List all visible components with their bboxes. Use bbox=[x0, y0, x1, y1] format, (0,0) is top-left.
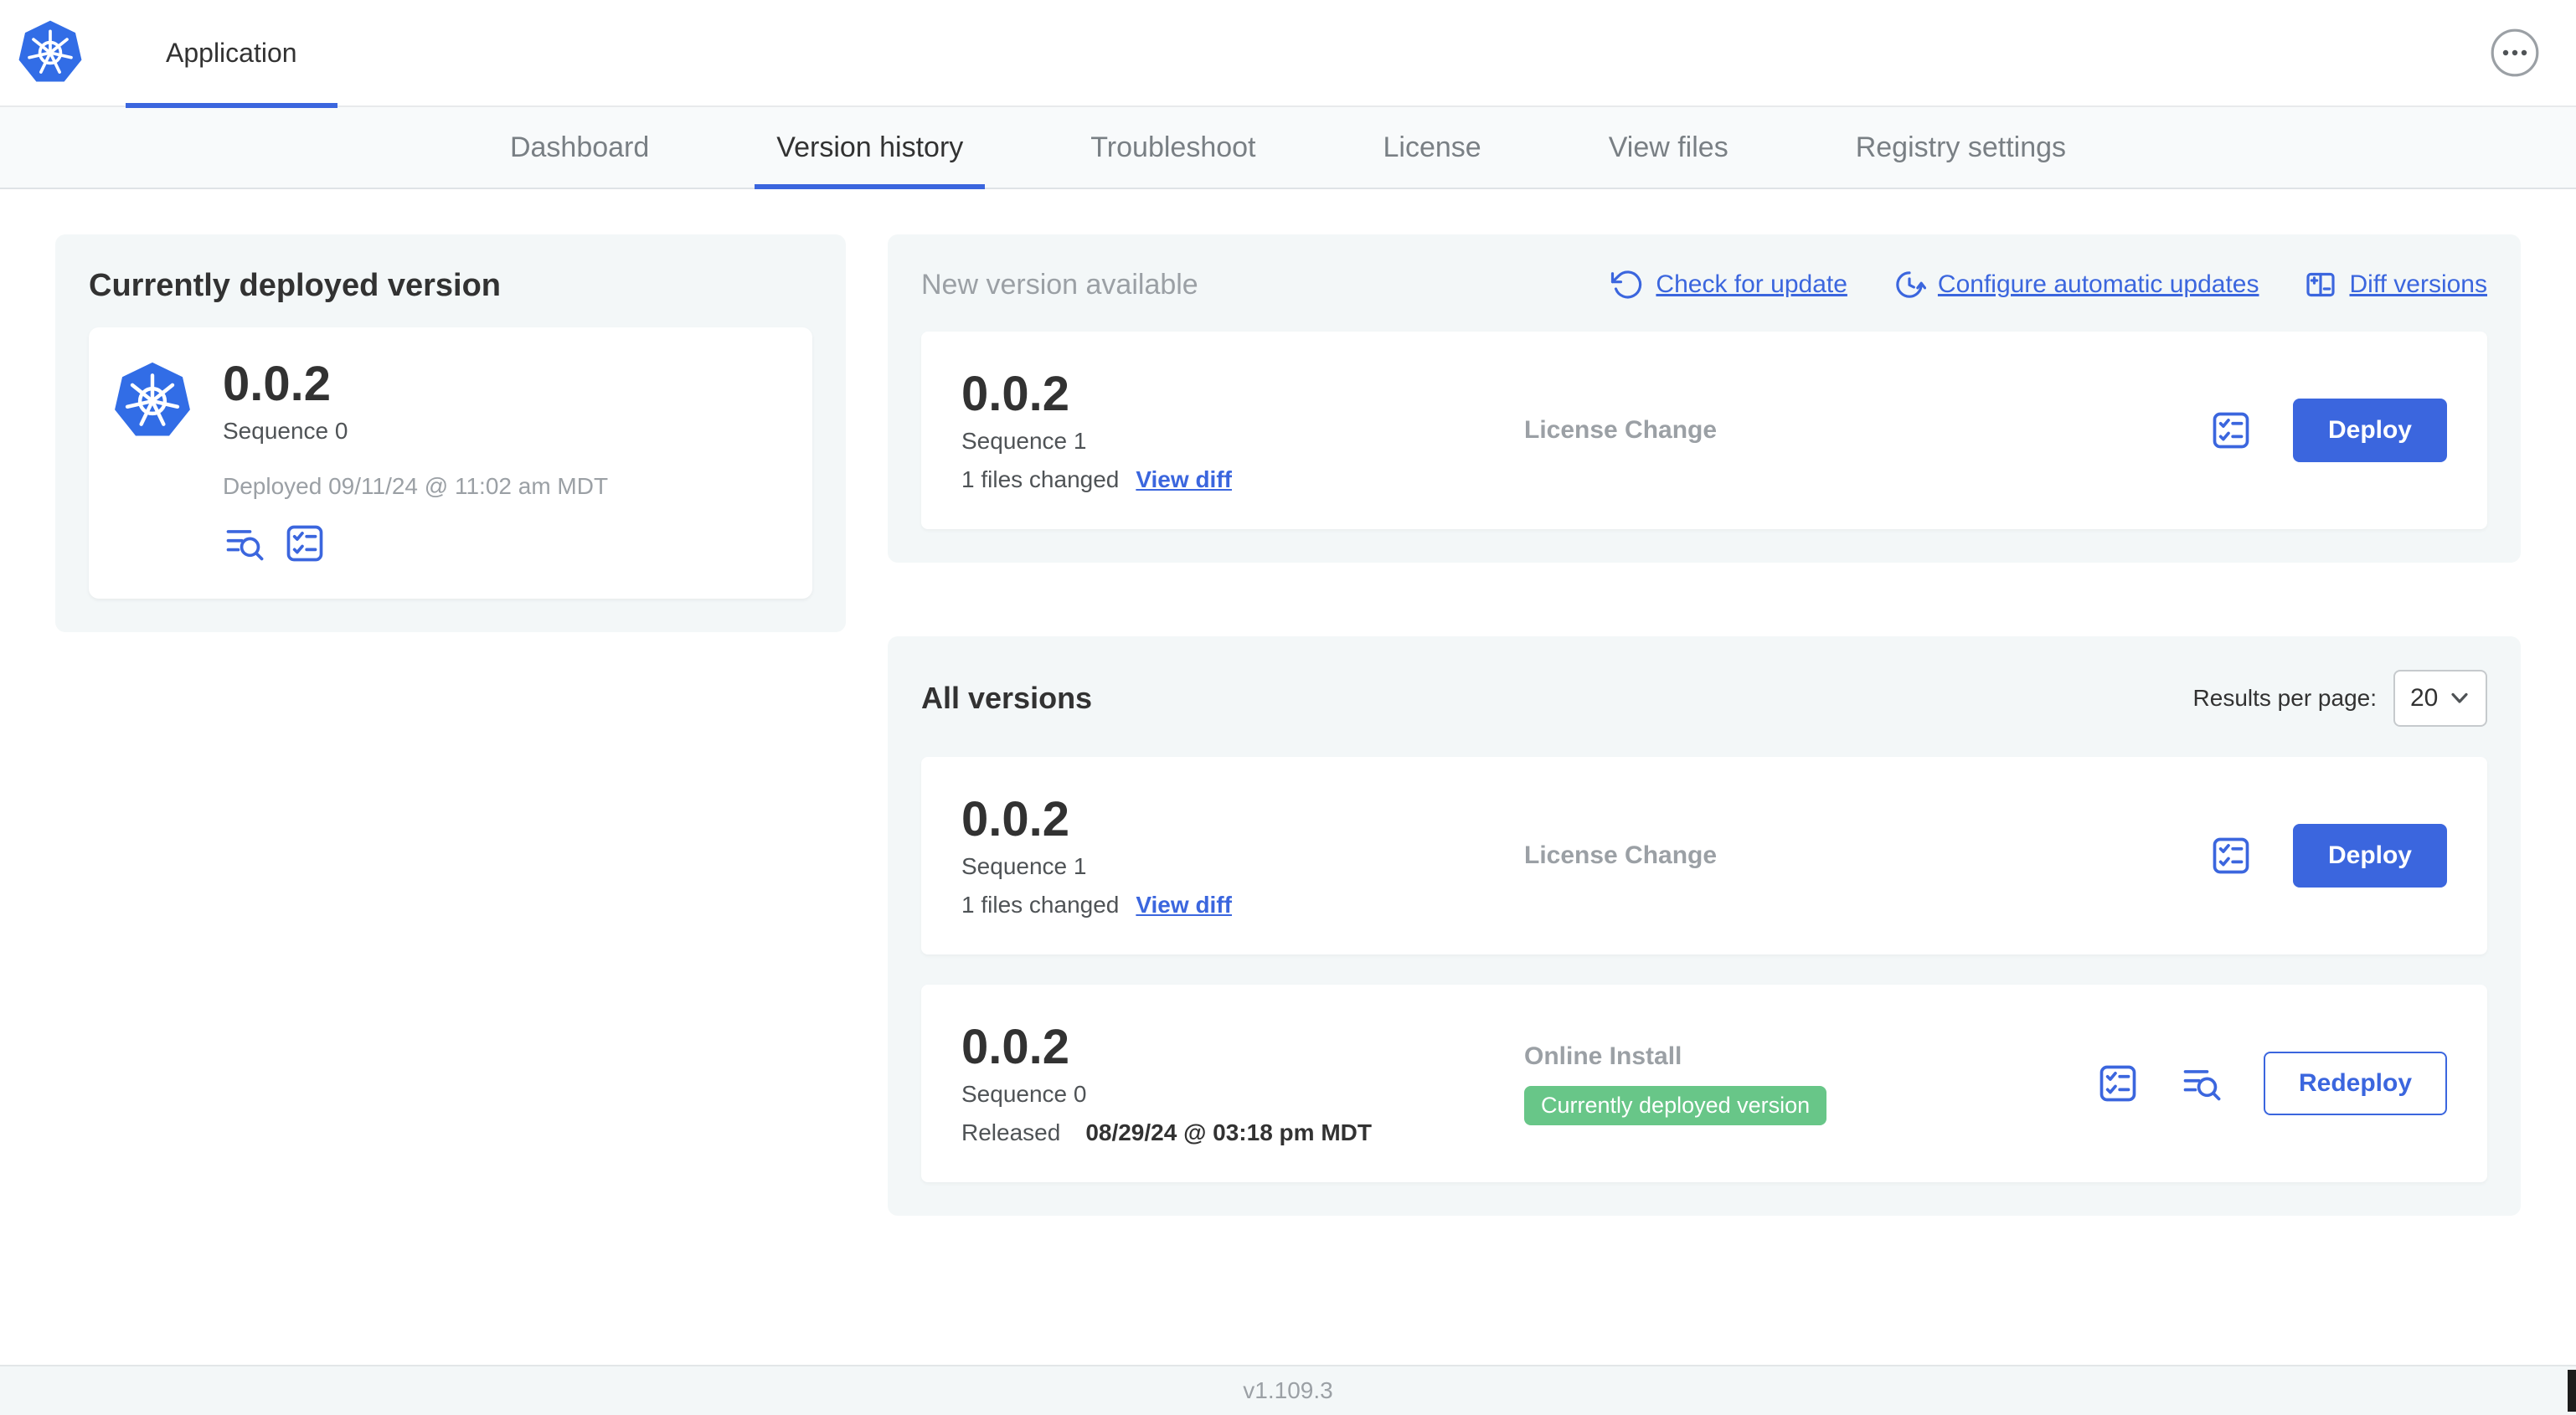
version-number: 0.0.2 bbox=[961, 1020, 1069, 1075]
checklist-icon[interactable] bbox=[2209, 409, 2253, 452]
ellipsis-menu-button[interactable] bbox=[2491, 28, 2539, 77]
all-versions-title: All versions bbox=[921, 681, 1093, 715]
currently-deployed-badge: Currently deployed version bbox=[1524, 1085, 1827, 1125]
checklist-icon[interactable] bbox=[283, 522, 327, 565]
results-per-page-value: 20 bbox=[2410, 684, 2439, 712]
checklist-icon[interactable] bbox=[2096, 1062, 2140, 1105]
files-changed-text: 1 files changed bbox=[961, 466, 1120, 492]
kubernetes-app-icon bbox=[112, 361, 193, 441]
results-per-page-label: Results per page: bbox=[2192, 685, 2377, 711]
version-row-sequence-0: 0.0.2 Sequence 0 Released 08/29/24 @ 03:1… bbox=[921, 985, 2487, 1182]
deploy-button[interactable]: Deploy bbox=[2292, 399, 2447, 462]
tab-application[interactable]: Application bbox=[126, 0, 338, 108]
tab-dashboard[interactable]: Dashboard bbox=[488, 107, 671, 188]
check-for-update-link[interactable]: Check for update bbox=[1610, 268, 1847, 301]
chevron-down-icon bbox=[2451, 692, 2468, 704]
deployed-version-box: 0.0.2 Sequence 0 Deployed 09/11/24 @ 11:… bbox=[89, 327, 812, 599]
new-version-card: New version available Check for update C… bbox=[888, 234, 2521, 563]
version-source: Online Install bbox=[1524, 1042, 1682, 1070]
tab-view-files[interactable]: View files bbox=[1587, 107, 1750, 188]
view-diff-link[interactable]: View diff bbox=[1136, 892, 1232, 918]
deploy-button[interactable]: Deploy bbox=[2292, 824, 2447, 888]
results-per-page-select[interactable]: 20 bbox=[2393, 670, 2487, 727]
released-label: Released bbox=[961, 1119, 1061, 1145]
diff-columns-icon bbox=[2304, 268, 2337, 301]
version-sequence: Sequence 0 bbox=[961, 1080, 1087, 1107]
app-footer: v1.109.3 bbox=[0, 1365, 2576, 1415]
checklist-icon[interactable] bbox=[2209, 834, 2253, 877]
tab-troubleshoot[interactable]: Troubleshoot bbox=[1069, 107, 1277, 188]
ellipsis-menu-icon bbox=[2491, 28, 2539, 77]
version-number: 0.0.2 bbox=[961, 367, 1069, 422]
diff-versions-link[interactable]: Diff versions bbox=[2304, 268, 2487, 301]
files-changed-text: 1 files changed bbox=[961, 891, 1120, 918]
released-date: 08/29/24 @ 03:18 pm MDT bbox=[1085, 1119, 1372, 1145]
configure-automatic-updates-link[interactable]: Configure automatic updates bbox=[1893, 268, 2259, 301]
tab-registry-settings[interactable]: Registry settings bbox=[1834, 107, 2088, 188]
scrollbar-thumb[interactable] bbox=[2568, 1370, 2576, 1412]
redeploy-button[interactable]: Redeploy bbox=[2263, 1052, 2447, 1115]
version-row-sequence-1: 0.0.2 Sequence 1 1 files changed View di… bbox=[921, 757, 2487, 954]
kubernetes-logo bbox=[17, 19, 84, 86]
view-diff-link[interactable]: View diff bbox=[1136, 466, 1232, 493]
tab-application-label: Application bbox=[166, 37, 297, 68]
version-number: 0.0.2 bbox=[961, 792, 1069, 847]
currently-deployed-card: Currently deployed version 0.0.2 Sequenc… bbox=[55, 234, 846, 632]
main-content: Currently deployed version 0.0.2 Sequenc… bbox=[0, 189, 2576, 1298]
currently-deployed-title: Currently deployed version bbox=[89, 268, 502, 303]
deployed-sequence: Sequence 0 bbox=[223, 417, 348, 444]
version-source: License Change bbox=[1524, 841, 1718, 869]
log-search-icon[interactable] bbox=[223, 522, 266, 565]
deployed-date: Deployed 09/11/24 @ 11:02 am MDT bbox=[223, 472, 609, 499]
app-subnav: Dashboard Version history Troubleshoot L… bbox=[0, 107, 2576, 189]
app-header: Application bbox=[0, 0, 2576, 108]
version-sequence: Sequence 1 bbox=[961, 427, 1087, 454]
schedule-clock-icon bbox=[1893, 268, 1926, 301]
new-version-title: New version available bbox=[921, 268, 1198, 301]
version-sequence: Sequence 1 bbox=[961, 852, 1087, 879]
tab-license[interactable]: License bbox=[1362, 107, 1503, 188]
all-versions-card: All versions Results per page: 20 0.0.2 … bbox=[888, 636, 2521, 1216]
version-source: License Change bbox=[1524, 416, 1718, 444]
new-version-row: 0.0.2 Sequence 1 1 files changed View di… bbox=[921, 332, 2487, 529]
log-search-icon[interactable] bbox=[2180, 1062, 2223, 1105]
deployed-version-number: 0.0.2 bbox=[223, 357, 331, 411]
app-version-text: v1.109.3 bbox=[1243, 1377, 1333, 1403]
refresh-icon bbox=[1610, 268, 1644, 301]
tab-version-history[interactable]: Version history bbox=[755, 107, 985, 189]
